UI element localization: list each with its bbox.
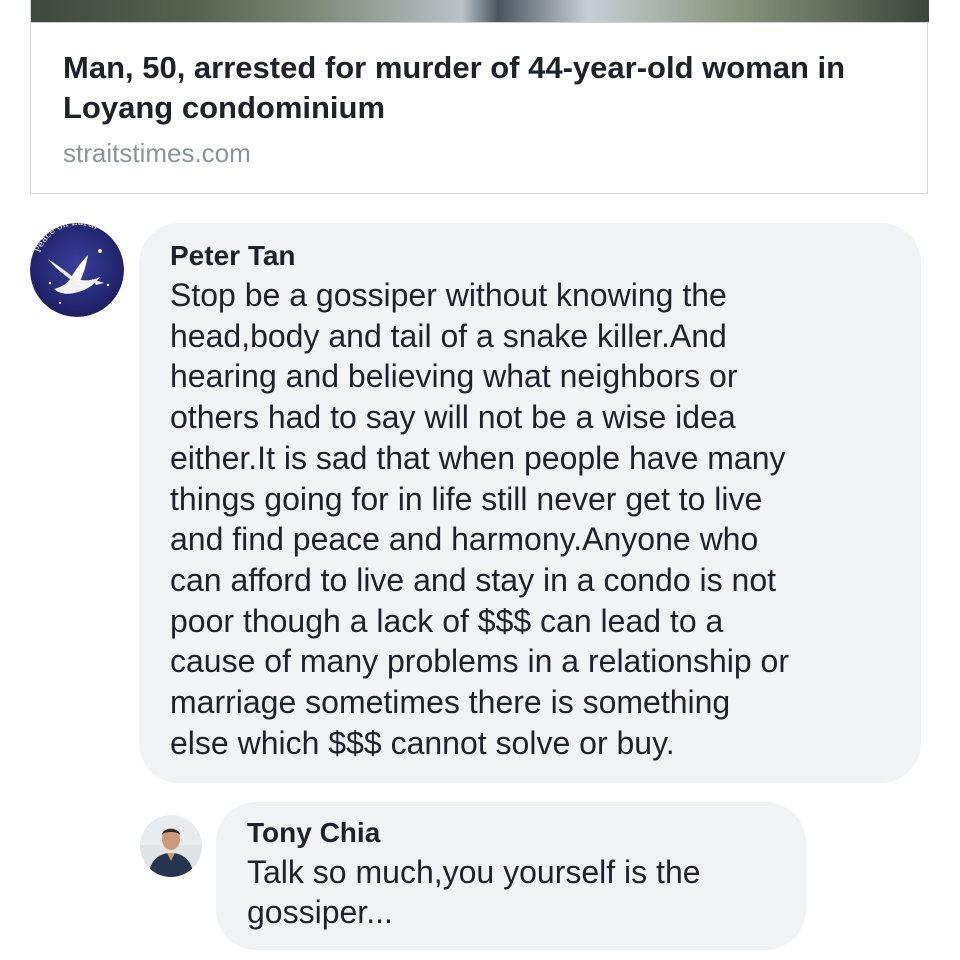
link-preview-domain: straitstimes.com	[63, 138, 251, 168]
link-preview-card[interactable]: Man, 50, arrested for murder of 44-year-…	[30, 0, 929, 194]
avatar-tony-chia[interactable]	[140, 815, 202, 877]
comment-thread-page: Man, 50, arrested for murder of 44-year-…	[0, 0, 960, 960]
comment-text: Talk so much,you yourself is the gossipe…	[247, 854, 701, 930]
link-preview-image[interactable]	[31, 0, 929, 23]
comment-author-name[interactable]: Peter Tan	[170, 237, 901, 275]
link-preview-title[interactable]: Man, 50, arrested for murder of 44-year-…	[63, 48, 903, 128]
avatar-peter-tan[interactable]: Peace on Earth	[30, 223, 124, 317]
comment-text: Stop be a gossiper without knowing the h…	[170, 277, 789, 761]
comment-author-name[interactable]: Tony Chia	[247, 814, 786, 852]
person-photo-icon	[140, 815, 202, 877]
comment-bubble-peter-tan[interactable]: Peter Tan Stop be a gossiper without kno…	[139, 223, 921, 783]
comment-bubble-tony-chia[interactable]: Tony Chia Talk so much,you yourself is t…	[216, 802, 806, 950]
dove-peace-icon: Peace on Earth	[30, 223, 124, 317]
